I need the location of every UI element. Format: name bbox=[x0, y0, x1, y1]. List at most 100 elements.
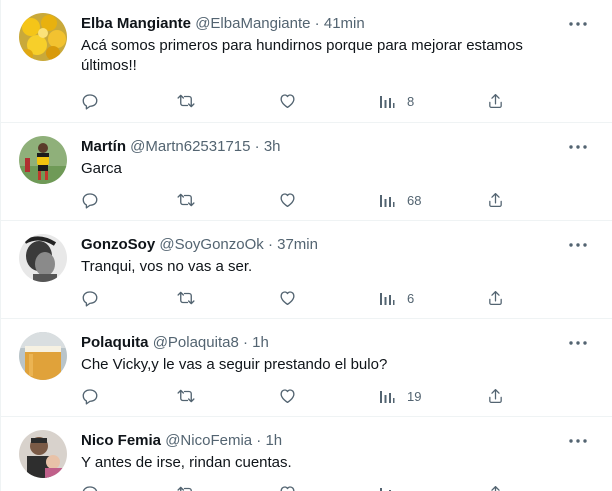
views-chart-icon bbox=[380, 488, 391, 491]
reply-button[interactable] bbox=[81, 91, 99, 111]
tweet-text: Tranqui, vos no vas a ser. bbox=[81, 258, 253, 275]
reply-button[interactable] bbox=[81, 288, 99, 308]
timestamp[interactable]: 37min bbox=[277, 236, 318, 253]
retweet-icon bbox=[177, 94, 195, 108]
views-button[interactable] bbox=[379, 483, 407, 491]
share-button[interactable] bbox=[487, 91, 504, 111]
avatar[interactable] bbox=[19, 13, 67, 61]
timestamp[interactable]: 1h bbox=[265, 432, 282, 449]
user-handle[interactable]: @Martn62531715 bbox=[130, 138, 250, 155]
views-button[interactable]: 8 bbox=[379, 91, 414, 111]
tweet-header: Nico Femia @NicoFemia · 1h bbox=[81, 431, 282, 451]
more-options-button[interactable] bbox=[568, 14, 588, 34]
share-button[interactable] bbox=[487, 483, 504, 491]
tweet-actions bbox=[81, 483, 511, 491]
reply-icon bbox=[82, 193, 98, 209]
user-handle[interactable]: @NicoFemia bbox=[165, 432, 252, 449]
tweet[interactable]: Martín @Martn62531715 · 3h Garca 68 bbox=[1, 123, 612, 221]
more-options-button[interactable] bbox=[568, 235, 588, 255]
timestamp[interactable]: 3h bbox=[264, 138, 281, 155]
tweet[interactable]: Polaquita @Polaquita8 · 1h Che Vicky,y l… bbox=[1, 319, 612, 417]
like-button[interactable] bbox=[278, 386, 297, 406]
tweet-header: Martín @Martn62531715 · 3h bbox=[81, 137, 281, 157]
man-with-child-image bbox=[19, 430, 67, 478]
more-options-button[interactable] bbox=[568, 431, 588, 451]
retweet-button[interactable] bbox=[176, 91, 196, 111]
reply-button[interactable] bbox=[81, 386, 99, 406]
display-name[interactable]: Polaquita bbox=[81, 334, 149, 351]
yellow-flowers-image bbox=[19, 13, 67, 61]
views-button[interactable]: 6 bbox=[379, 288, 414, 308]
separator-dot: · bbox=[252, 432, 266, 449]
timestamp[interactable]: 1h bbox=[252, 334, 269, 351]
more-options-button[interactable] bbox=[568, 137, 588, 157]
avatar[interactable] bbox=[19, 430, 67, 478]
like-button[interactable] bbox=[278, 91, 297, 111]
like-button[interactable] bbox=[278, 190, 297, 210]
views-chart-icon bbox=[380, 391, 395, 403]
avatar[interactable] bbox=[19, 136, 67, 184]
tweet[interactable]: Nico Femia @NicoFemia · 1h Y antes de ir… bbox=[1, 417, 612, 491]
share-button[interactable] bbox=[487, 190, 504, 210]
beer-glass-image bbox=[19, 332, 67, 380]
views-chart-icon bbox=[380, 96, 395, 108]
reply-icon bbox=[82, 94, 98, 110]
share-icon bbox=[489, 290, 502, 306]
avatar[interactable] bbox=[19, 332, 67, 380]
more-dots-icon bbox=[569, 22, 587, 26]
display-name[interactable]: Martín bbox=[81, 138, 126, 155]
tweet-header: GonzoSoy @SoyGonzoOk · 37min bbox=[81, 235, 318, 255]
user-handle[interactable]: @SoyGonzoOk bbox=[159, 236, 263, 253]
more-dots-icon bbox=[569, 243, 587, 247]
reply-icon bbox=[82, 291, 98, 307]
retweet-button[interactable] bbox=[176, 288, 196, 308]
tweet-text: Acá somos primeros para hundirnos porque… bbox=[81, 37, 523, 74]
display-name[interactable]: GonzoSoy bbox=[81, 236, 155, 253]
like-button[interactable] bbox=[278, 288, 297, 308]
tweet-actions: 19 bbox=[81, 386, 511, 406]
views-button[interactable]: 19 bbox=[379, 386, 421, 406]
heart-icon bbox=[280, 291, 295, 306]
share-button[interactable] bbox=[487, 386, 504, 406]
tweet-text: Garca bbox=[81, 160, 122, 177]
tweet-actions: 68 bbox=[81, 190, 511, 210]
like-button[interactable] bbox=[278, 483, 297, 491]
share-button[interactable] bbox=[487, 288, 504, 308]
more-options-button[interactable] bbox=[568, 333, 588, 353]
reply-button[interactable] bbox=[81, 190, 99, 210]
heart-icon bbox=[280, 486, 295, 491]
tweet[interactable]: GonzoSoy @SoyGonzoOk · 37min Tranqui, vo… bbox=[1, 221, 612, 319]
heart-icon bbox=[280, 193, 295, 208]
views-count: 8 bbox=[407, 93, 415, 109]
views-chart-icon bbox=[380, 293, 395, 305]
tweet[interactable]: Elba Mangiante @ElbaMangiante · 41min Ac… bbox=[1, 0, 612, 123]
tweet-header: Polaquita @Polaquita8 · 1h bbox=[81, 333, 269, 353]
separator-dot: · bbox=[263, 236, 278, 253]
share-icon bbox=[489, 93, 502, 109]
more-dots-icon bbox=[569, 145, 587, 149]
separator-dot: · bbox=[310, 15, 324, 32]
heart-icon bbox=[280, 94, 295, 109]
user-handle[interactable]: @Polaquita8 bbox=[153, 334, 239, 351]
views-chart-icon bbox=[380, 195, 395, 207]
retweet-icon bbox=[177, 291, 195, 305]
retweet-icon bbox=[177, 486, 192, 491]
views-count: 19 bbox=[407, 388, 422, 404]
retweet-button[interactable] bbox=[176, 386, 196, 406]
avatar[interactable] bbox=[19, 234, 67, 282]
replies-feed: Elba Mangiante @ElbaMangiante · 41min Ac… bbox=[0, 0, 612, 491]
retweet-button[interactable] bbox=[176, 190, 196, 210]
separator-dot: · bbox=[238, 334, 253, 351]
reply-button[interactable] bbox=[81, 483, 99, 491]
timestamp[interactable]: 41min bbox=[324, 15, 365, 32]
display-name[interactable]: Elba Mangiante bbox=[81, 15, 191, 32]
retweet-icon bbox=[177, 193, 195, 207]
tweet-actions: 8 bbox=[81, 91, 511, 111]
display-name[interactable]: Nico Femia bbox=[81, 432, 161, 449]
user-handle[interactable]: @ElbaMangiante bbox=[195, 15, 310, 32]
tweet-header: Elba Mangiante @ElbaMangiante · 41min bbox=[81, 14, 365, 34]
views-button[interactable]: 68 bbox=[379, 190, 421, 210]
retweet-button[interactable] bbox=[176, 483, 196, 491]
more-dots-icon bbox=[569, 439, 587, 443]
views-count: 68 bbox=[407, 192, 422, 208]
